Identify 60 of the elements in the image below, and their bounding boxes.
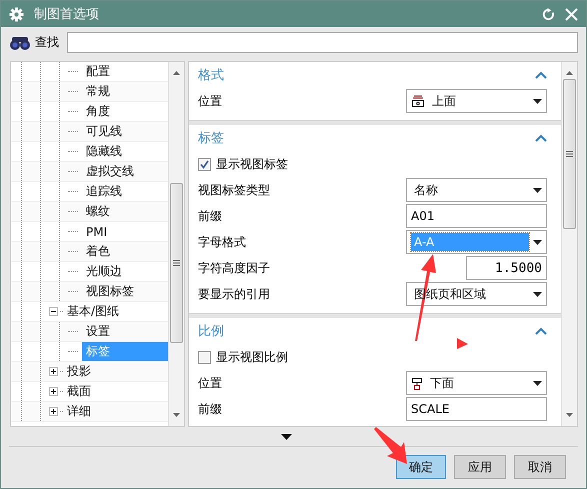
dialog-button[interactable]: 应用 [454,455,506,479]
expand-icon[interactable] [49,367,58,376]
search-label: 查找 [35,34,59,51]
grip-icon [566,151,573,157]
scrollbar[interactable] [168,62,184,426]
reset-icon[interactable] [542,8,555,20]
caret-icon [533,98,542,104]
field-label: 字符高度因子 [198,260,270,276]
input-field[interactable]: SCALE [406,397,547,421]
scroll-down-icon[interactable] [172,413,181,418]
collapse-icon[interactable] [49,307,58,316]
dropdown[interactable]: 下面 [406,371,547,395]
dialog-button[interactable]: 取消 [514,455,566,479]
checkbox[interactable]: 显示视图标签 [198,151,547,177]
tree-item[interactable]: 截面 [63,382,168,401]
caret-icon [533,188,542,192]
caret-icon [533,380,542,386]
section-title: 比例 [198,323,224,340]
tree-item[interactable]: 配置 [82,62,168,81]
expand-icon[interactable] [49,387,58,396]
check-icon [200,160,209,168]
window-title: 制图首选项 [34,6,100,23]
tree-item[interactable]: 基本/图纸 [63,302,168,321]
tree-item[interactable]: 隐藏线 [82,142,168,161]
field-label: 前缀 [198,400,222,418]
more-options-icon[interactable] [281,434,292,440]
dropdown[interactable]: 名称 [406,178,547,202]
tree-item[interactable]: 角度 [82,102,168,121]
settings-icon [9,6,24,22]
position-above-icon [411,95,425,107]
tree-item[interactable]: 追踪线 [82,182,168,201]
dialog-button[interactable]: 确定 [396,455,446,479]
input-field[interactable]: A01 [406,204,547,228]
field-label: 位置 [198,92,222,110]
expand-icon[interactable] [49,407,58,416]
number-field[interactable]: 1.5000 [466,256,547,280]
field-label: 字母格式 [198,234,246,250]
position-below-icon [411,376,423,390]
caret-icon [533,292,542,296]
field-label: 视图标签类型 [198,182,270,198]
checkbox[interactable]: 显示视图比例 [198,344,547,370]
caret-icon [533,240,542,244]
scroll-up-icon[interactable] [565,70,574,75]
scrollbar[interactable] [561,62,577,426]
section-title: 标签 [198,130,224,147]
section-title: 格式 [198,67,224,84]
grip-icon [173,260,180,266]
close-icon[interactable] [565,8,578,20]
scroll-up-icon[interactable] [172,70,181,75]
tree-item[interactable]: 光顺边 [82,262,168,281]
field-label: 前缀 [198,208,222,224]
field-label: 要显示的引用 [198,286,270,302]
search-field[interactable] [67,32,578,53]
scroll-down-icon[interactable] [565,413,574,418]
field-label: 位置 [198,374,222,392]
arrow-annotation [374,427,407,464]
binoculars-icon [9,34,31,50]
triangle-annotation [457,338,468,349]
tree-item[interactable]: PMI [82,222,168,241]
dropdown[interactable]: 上面 [406,89,547,113]
